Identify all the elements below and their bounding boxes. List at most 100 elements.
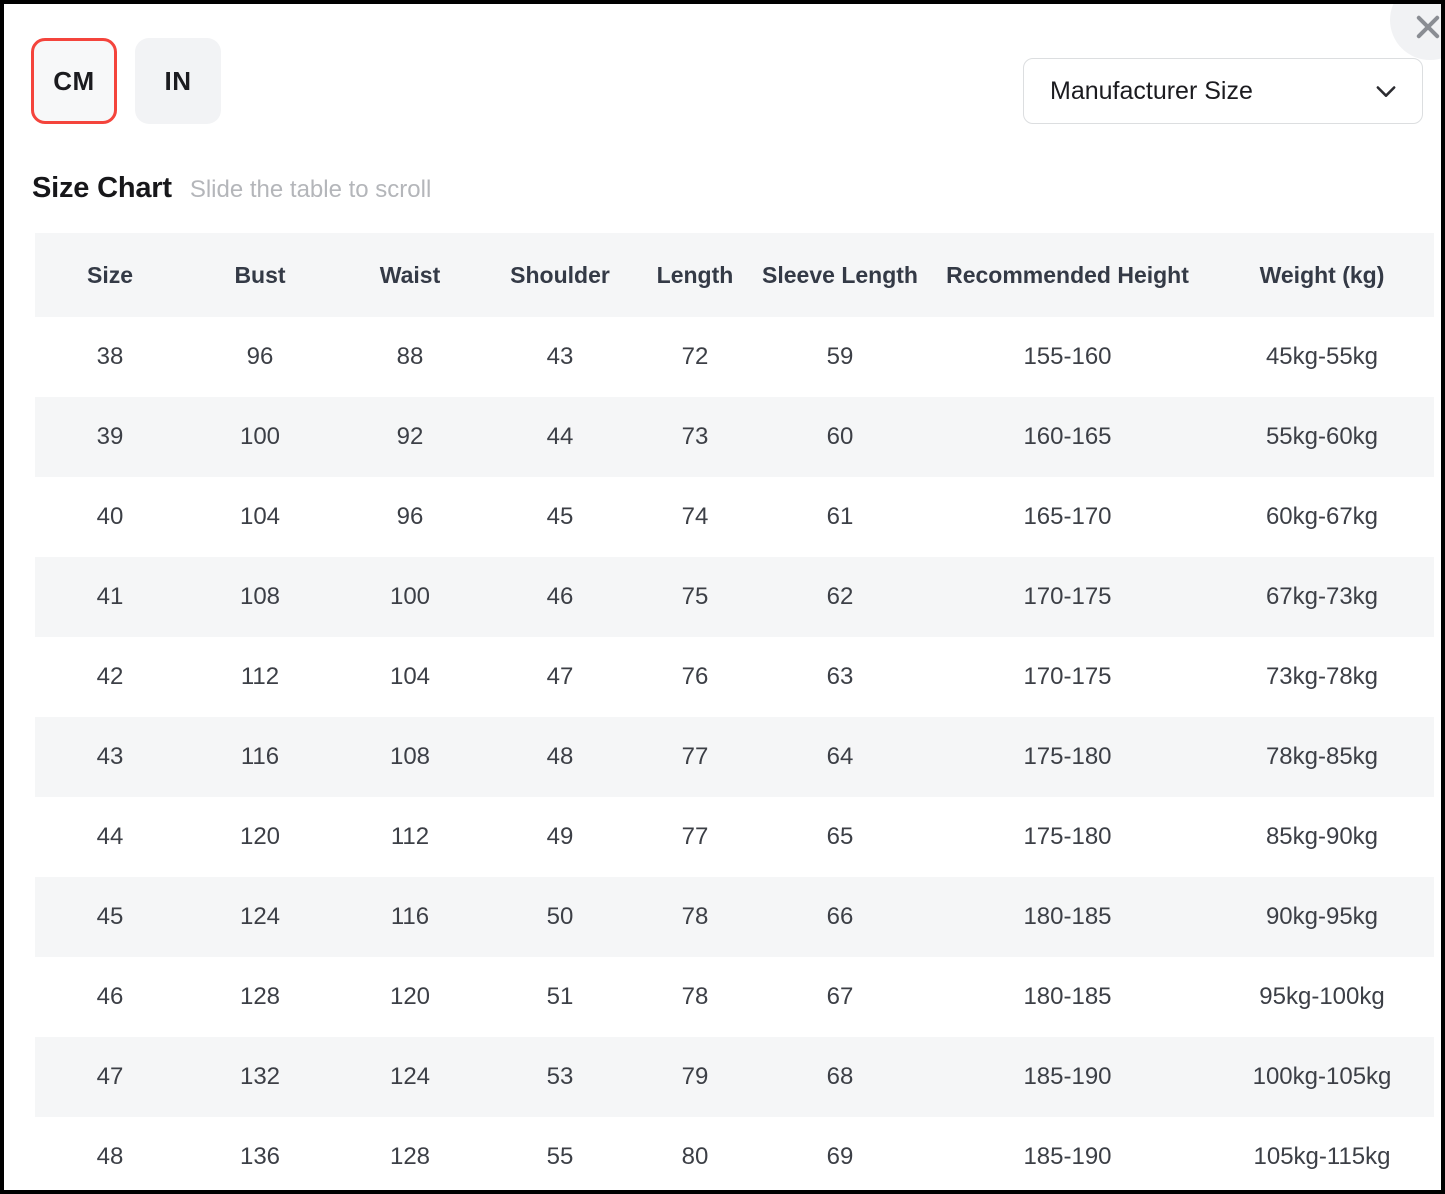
title-row: Size Chart Slide the table to scroll [32, 172, 431, 205]
table-cell: 59 [755, 317, 925, 397]
modal-header: CM IN Manufacturer Size [4, 4, 1441, 154]
table-cell: 112 [185, 637, 335, 717]
size-type-select[interactable]: Manufacturer Size [1023, 58, 1423, 124]
unit-button-in-label: IN [164, 65, 192, 96]
table-cell: 96 [185, 317, 335, 397]
table-cell: 43 [485, 317, 635, 397]
unit-toggle-group: CM IN [31, 38, 221, 124]
table-cell: 67kg-73kg [1210, 557, 1434, 637]
table-cell: 55 [485, 1117, 635, 1183]
table-cell: 61 [755, 477, 925, 557]
table-cell: 120 [185, 797, 335, 877]
table-cell: 38 [35, 317, 185, 397]
scroll-hint: Slide the table to scroll [189, 176, 432, 203]
chevron-down-icon [1376, 86, 1396, 97]
table-cell: 44 [485, 397, 635, 477]
table-row: 42 112 104 47 76 63 170-175 73kg-78kg [35, 637, 1434, 717]
table-cell: 72 [635, 317, 755, 397]
table-cell: 50 [485, 877, 635, 957]
table-cell: 170-175 [925, 557, 1210, 637]
table-cell: 47 [485, 637, 635, 717]
table-cell: 51 [485, 957, 635, 1037]
table-cell: 40 [35, 477, 185, 557]
table-cell: 104 [185, 477, 335, 557]
table-cell: 175-180 [925, 717, 1210, 797]
close-button[interactable] [1390, 4, 1441, 60]
size-table: Size Bust Waist Shoulder Length Sleeve Length… [35, 233, 1434, 1183]
unit-button-in[interactable]: IN [135, 38, 221, 124]
unit-button-cm-label: CM [53, 65, 95, 96]
table-cell: 46 [485, 557, 635, 637]
size-table-scroll-container[interactable]: Size Bust Waist Shoulder Length Sleeve Length… [35, 233, 1434, 1183]
table-cell: 136 [185, 1117, 335, 1183]
table-cell: 124 [335, 1037, 485, 1117]
column-header: Shoulder [485, 233, 635, 317]
size-chart-modal: CM IN Manufacturer Size Size Chart Slide… [4, 4, 1441, 1190]
column-header: Sleeve Length [755, 233, 925, 317]
table-row: 48 136 128 55 80 69 185-190 105kg-115kg [35, 1117, 1434, 1183]
table-cell: 128 [185, 957, 335, 1037]
table-row: 44 120 112 49 77 65 175-180 85kg-90kg [35, 797, 1434, 877]
table-cell: 185-190 [925, 1117, 1210, 1183]
table-cell: 78 [635, 877, 755, 957]
table-cell: 46 [35, 957, 185, 1037]
table-cell: 45 [485, 477, 635, 557]
table-cell: 74 [635, 477, 755, 557]
table-cell: 80 [635, 1117, 755, 1183]
table-cell: 68 [755, 1037, 925, 1117]
table-cell: 77 [635, 717, 755, 797]
page-title: Size Chart [32, 172, 172, 204]
table-cell: 124 [185, 877, 335, 957]
unit-button-cm[interactable]: CM [31, 38, 117, 124]
column-header: Size [35, 233, 185, 317]
table-cell: 92 [335, 397, 485, 477]
table-cell: 85kg-90kg [1210, 797, 1434, 877]
table-cell: 108 [185, 557, 335, 637]
table-cell: 42 [35, 637, 185, 717]
table-cell: 76 [635, 637, 755, 717]
column-header: Bust [185, 233, 335, 317]
table-cell: 116 [335, 877, 485, 957]
table-cell: 95kg-100kg [1210, 957, 1434, 1037]
table-cell: 45 [35, 877, 185, 957]
size-table-head: Size Bust Waist Shoulder Length Sleeve Length… [35, 233, 1434, 317]
table-cell: 65 [755, 797, 925, 877]
table-cell: 132 [185, 1037, 335, 1117]
table-row: 39 100 92 44 73 60 160-165 55kg-60kg [35, 397, 1434, 477]
table-cell: 78 [635, 957, 755, 1037]
column-header: Recommended Height [925, 233, 1210, 317]
table-cell: 69 [755, 1117, 925, 1183]
table-row: 38 96 88 43 72 59 155-160 45kg-55kg [35, 317, 1434, 397]
table-cell: 105kg-115kg [1210, 1117, 1434, 1183]
table-row: 41 108 100 46 75 62 170-175 67kg-73kg [35, 557, 1434, 637]
table-cell: 116 [185, 717, 335, 797]
table-cell: 64 [755, 717, 925, 797]
table-cell: 108 [335, 717, 485, 797]
table-cell: 90kg-95kg [1210, 877, 1434, 957]
table-cell: 73 [635, 397, 755, 477]
table-cell: 160-165 [925, 397, 1210, 477]
table-cell: 66 [755, 877, 925, 957]
table-cell: 112 [335, 797, 485, 877]
table-cell: 60 [755, 397, 925, 477]
table-cell: 96 [335, 477, 485, 557]
table-cell: 73kg-78kg [1210, 637, 1434, 717]
table-cell: 180-185 [925, 877, 1210, 957]
table-cell: 45kg-55kg [1210, 317, 1434, 397]
table-cell: 170-175 [925, 637, 1210, 717]
table-cell: 88 [335, 317, 485, 397]
table-row: 47 132 124 53 79 68 185-190 100kg-105kg [35, 1037, 1434, 1117]
size-type-select-value: Manufacturer Size [1050, 76, 1253, 105]
table-cell: 165-170 [925, 477, 1210, 557]
table-row: 40 104 96 45 74 61 165-170 60kg-67kg [35, 477, 1434, 557]
table-cell: 43 [35, 717, 185, 797]
table-cell: 104 [335, 637, 485, 717]
table-cell: 55kg-60kg [1210, 397, 1434, 477]
table-cell: 60kg-67kg [1210, 477, 1434, 557]
column-header: Weight (kg) [1210, 233, 1434, 317]
column-header: Waist [335, 233, 485, 317]
table-cell: 39 [35, 397, 185, 477]
table-cell: 100kg-105kg [1210, 1037, 1434, 1117]
table-cell: 185-190 [925, 1037, 1210, 1117]
table-row: 46 128 120 51 78 67 180-185 95kg-100kg [35, 957, 1434, 1037]
